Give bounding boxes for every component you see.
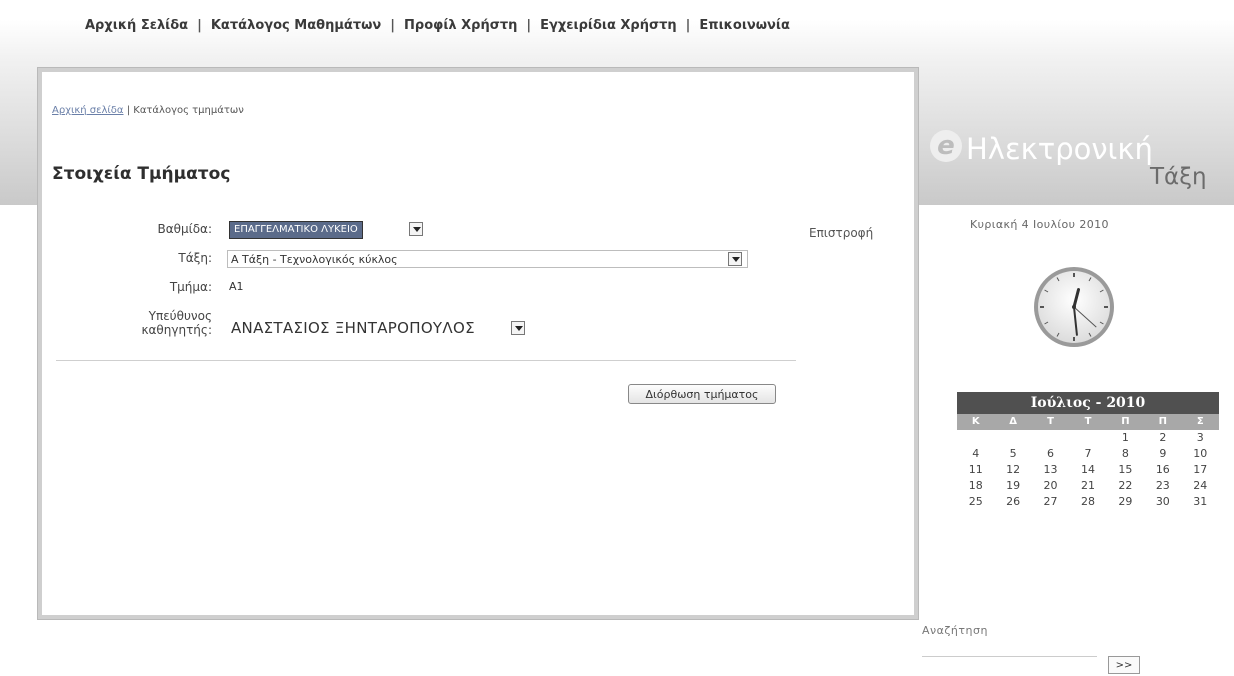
calendar-day[interactable]: 2 [1144, 430, 1181, 446]
nav-separator: | [685, 18, 691, 33]
calendar-week: 11 12 13 14 15 16 17 [957, 462, 1219, 478]
weekday-label: Κ [971, 416, 980, 427]
calendar-day[interactable]: 18 [957, 478, 994, 494]
calendar-day[interactable]: 25 [957, 494, 994, 510]
breadcrumb: Αρχική σελίδα | Κατάλογος τμημάτων [52, 105, 244, 116]
teacher-label: Υπεύθυνος καθηγητής: [52, 309, 212, 337]
calendar-day[interactable]: 31 [1182, 494, 1219, 510]
class-label: Τάξη: [178, 251, 212, 265]
teacher-label-line1: Υπεύθυνος [148, 309, 212, 323]
calendar-day[interactable] [994, 430, 1031, 446]
current-date: Κυριακή 4 Ιουλίου 2010 [970, 218, 1109, 231]
teacher-dropdown-arrow-icon[interactable] [511, 321, 525, 335]
calendar-day[interactable]: 19 [994, 478, 1031, 494]
calendar-day[interactable]: 9 [1144, 446, 1181, 462]
calendar-day[interactable]: 3 [1182, 430, 1219, 446]
divider [56, 360, 796, 361]
calendar-day[interactable]: 5 [994, 446, 1031, 462]
calendar-day[interactable]: 30 [1144, 494, 1181, 510]
edit-section-button[interactable]: Διόρθωση τμήματος [628, 384, 776, 404]
calendar-day[interactable]: 15 [1107, 462, 1144, 478]
calendar-day[interactable] [1069, 430, 1106, 446]
nav-home[interactable]: Αρχική Σελίδα [85, 18, 188, 33]
calendar-day[interactable]: 17 [1182, 462, 1219, 478]
back-link[interactable]: Επιστροφή [809, 226, 873, 240]
calendar-day[interactable]: 14 [1069, 462, 1106, 478]
nav-separator: | [390, 18, 396, 33]
calendar-day[interactable]: 8 [1107, 446, 1144, 462]
calendar-day[interactable]: 21 [1069, 478, 1106, 494]
logo-text-line2: Τάξη [1150, 164, 1207, 190]
weekday-label: Σ [1196, 416, 1204, 427]
top-nav: Αρχική Σελίδα | Κατάλογος Μαθημάτων | Προφίλ… [85, 18, 790, 33]
calendar-day[interactable]: 6 [1032, 446, 1069, 462]
calendar-day[interactable]: 11 [957, 462, 994, 478]
clock-center [1072, 305, 1076, 309]
calendar-day[interactable]: 26 [994, 494, 1031, 510]
calendar-day[interactable]: 13 [1032, 462, 1069, 478]
calendar-week: 4 5 6 7 8 9 10 [957, 446, 1219, 462]
class-select-value: Α Τάξη - Τεχνολογικός κύκλος [231, 253, 398, 266]
calendar-day[interactable]: 7 [1069, 446, 1106, 462]
calendar: Ιούλιος - 2010 Κ Δ Τ Τ Π Π Σ 123 4567891… [957, 392, 1219, 510]
calendar-day[interactable]: 4 [957, 446, 994, 462]
weekday-label: Π [1158, 416, 1167, 427]
breadcrumb-separator: | [126, 105, 131, 116]
calendar-week: 123 [957, 430, 1219, 446]
search-input[interactable] [922, 656, 1097, 657]
calendar-day[interactable]: 16 [1144, 462, 1181, 478]
level-dropdown-arrow-icon[interactable] [409, 222, 423, 236]
nav-contact[interactable]: Επικοινωνία [699, 18, 789, 33]
teacher-label-line2: καθηγητής: [141, 323, 212, 337]
breadcrumb-current: Κατάλογος τμημάτων [133, 105, 244, 116]
page-title: Στοιχεία Τμήματος [52, 164, 231, 184]
calendar-title: Ιούλιος - 2010 [957, 392, 1219, 414]
class-dropdown-arrow-icon[interactable] [728, 252, 742, 266]
logo-text-line1: Ηλεκτρονική [966, 132, 1153, 166]
search-label: Αναζήτηση [922, 624, 988, 637]
class-select[interactable]: Α Τάξη - Τεχνολογικός κύκλος [227, 250, 748, 268]
calendar-day[interactable]: 1 [1107, 430, 1144, 446]
calendar-day[interactable]: 24 [1182, 478, 1219, 494]
weekday-label: Τ [1047, 416, 1054, 427]
clock-icon [1034, 267, 1114, 347]
weekday-label: Π [1121, 416, 1130, 427]
nav-course-catalog[interactable]: Κατάλογος Μαθημάτων [211, 18, 381, 33]
calendar-day[interactable]: 12 [994, 462, 1031, 478]
calendar-weekdays: Κ Δ Τ Τ Π Π Σ [957, 414, 1219, 430]
nav-separator: | [197, 18, 202, 33]
calendar-day[interactable]: 23 [1144, 478, 1181, 494]
nav-user-manuals[interactable]: Εγχειρίδια Χρήστη [540, 18, 677, 33]
calendar-week: 25 26 27 28 29 30 31 [957, 494, 1219, 510]
breadcrumb-home-link[interactable]: Αρχική σελίδα [52, 105, 124, 116]
calendar-day[interactable]: 27 [1032, 494, 1069, 510]
logo-e-icon: e [930, 130, 962, 162]
weekday-label: Δ [1009, 416, 1017, 427]
weekday-label: Τ [1084, 416, 1092, 427]
calendar-day[interactable]: 22 [1107, 478, 1144, 494]
nav-user-profile[interactable]: Προφίλ Χρήστη [404, 18, 517, 33]
teacher-select[interactable]: ΑΝΑΣΤΑΣΙΟΣ ΞΗΝΤΑΡΟΠΟΥΛΟΣ [231, 319, 475, 337]
section-value: Α1 [229, 280, 244, 293]
calendar-day[interactable]: 29 [1107, 494, 1144, 510]
calendar-day[interactable] [1032, 430, 1069, 446]
nav-separator: | [526, 18, 532, 33]
search-button[interactable]: >> [1108, 656, 1140, 674]
calendar-week: 18 19 20 21 22 23 24 [957, 478, 1219, 494]
level-select[interactable]: ΕΠΑΓΓΕΛΜΑΤΙΚΟ ΛΥΚΕΙΟ [229, 221, 363, 239]
section-label: Τμήμα: [169, 280, 212, 294]
calendar-day[interactable]: 28 [1069, 494, 1106, 510]
level-label: Βαθμίδα: [157, 222, 212, 236]
calendar-day[interactable]: 20 [1032, 478, 1069, 494]
calendar-day[interactable]: 10 [1182, 446, 1219, 462]
main-panel: Αρχική σελίδα | Κατάλογος τμημάτων Στοιχ… [38, 68, 918, 619]
calendar-day[interactable] [957, 430, 994, 446]
